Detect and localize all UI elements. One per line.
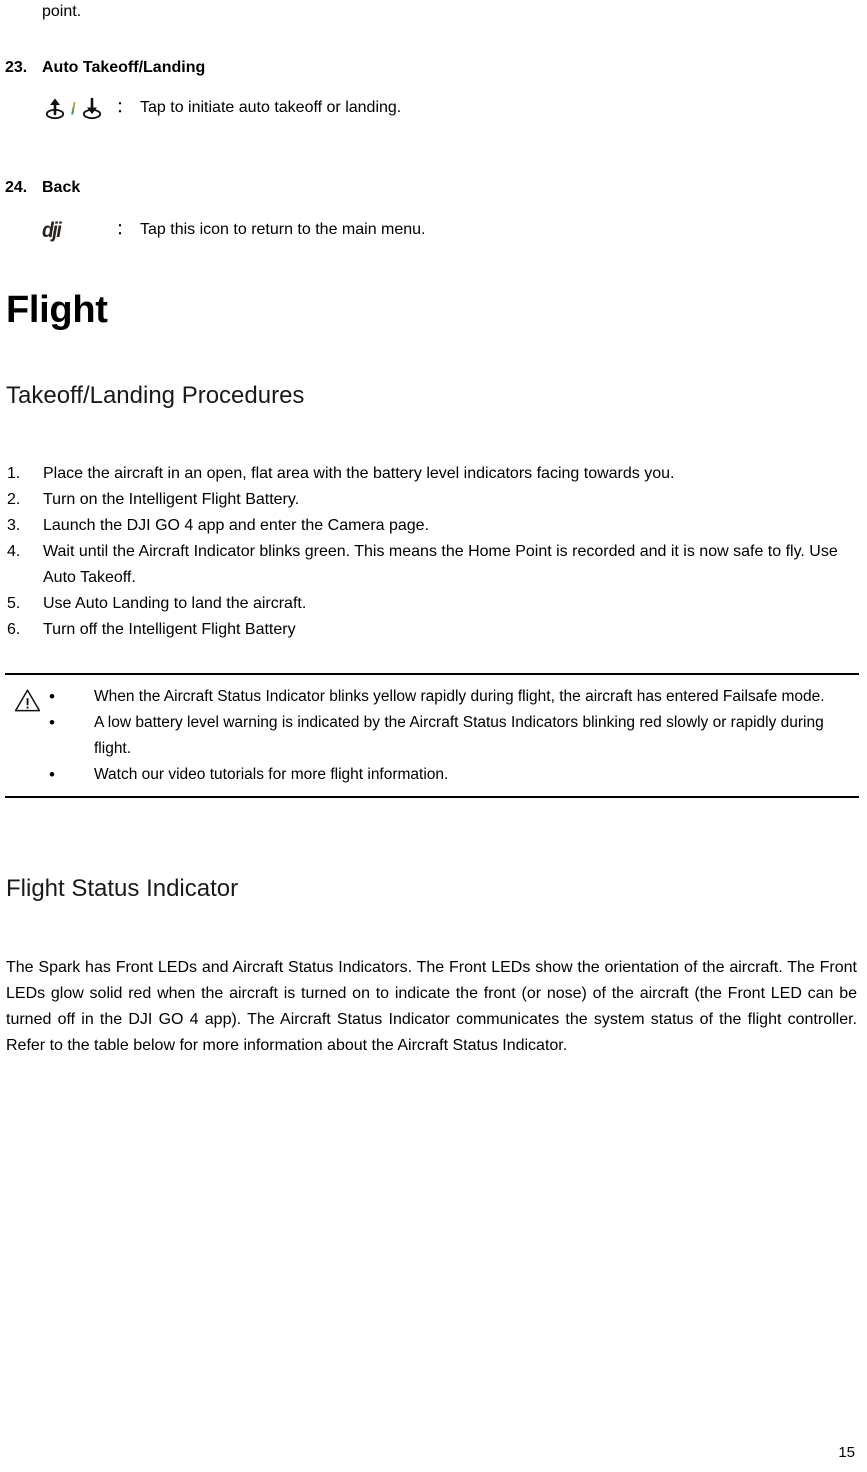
control-heading: 23. Auto Takeoff/Landing [5, 57, 859, 79]
slash-separator: / [71, 98, 76, 118]
bullet-glyph: • [49, 765, 55, 785]
continuation-text: point. [42, 3, 82, 20]
list-item: • A low battery level warning is indicat… [49, 710, 854, 762]
list-item-text: Watch our video tutorials for more fligh… [94, 766, 449, 784]
list-item: 5. Use Auto Landing to land the aircraft… [5, 591, 859, 617]
list-item-text: Launch the DJI GO 4 app and enter the Ca… [43, 517, 430, 535]
control-title: Auto Takeoff/Landing [42, 59, 206, 76]
list-item-number: 3. [7, 517, 21, 535]
list-item: • Watch our video tutorials for more fli… [49, 762, 854, 788]
control-description: Tap this icon to return to the main menu… [140, 221, 426, 238]
bullet-glyph: • [49, 687, 55, 707]
list-item-number: 4. [7, 543, 21, 561]
takeoff-landing-procedure-list: 1. Place the aircraft in an open, flat a… [5, 461, 859, 643]
control-item-back: 24. Back dji ： Tap this icon to return t… [5, 177, 859, 247]
list-item-text: Use Auto Landing to land the aircraft. [43, 595, 307, 613]
control-description: Tap to initiate auto takeoff or landing. [140, 99, 402, 116]
list-item-text: A low battery level warning is indicated… [94, 714, 824, 758]
control-number: 24. [5, 179, 28, 196]
list-item: 1. Place the aircraft in an open, flat a… [5, 461, 859, 487]
list-item-text: Turn on the Intelligent Flight Battery. [43, 491, 300, 509]
dji-logo-icon: dji [42, 220, 116, 241]
page-number: 15 [838, 1444, 855, 1461]
dji-logo-text: dji [42, 218, 62, 242]
list-item: 2. Turn on the Intelligent Flight Batter… [5, 487, 859, 513]
control-number: 23. [5, 59, 28, 76]
takeoff-landing-icon: / [42, 95, 116, 121]
list-item: 6. Turn off the Intelligent Flight Batte… [5, 617, 859, 643]
control-colon: ： [116, 99, 133, 116]
control-description-row: / ： Tap to initiate auto takeoff or land… [5, 91, 859, 125]
warning-triangle-icon [5, 684, 49, 713]
list-item-number: 5. [7, 595, 21, 613]
list-item-number: 2. [7, 491, 21, 509]
bullet-glyph: • [49, 713, 55, 733]
control-item-auto-takeoff-landing: 23. Auto Takeoff/Landing / ： Tap to init… [5, 57, 859, 125]
section-heading-takeoff-landing-procedures: Takeoff/Landing Procedures [6, 381, 305, 409]
document-page: point. 23. Auto Takeoff/Landing / ： Tap … [0, 0, 867, 1472]
control-heading: 24. Back [5, 177, 859, 199]
control-colon: ： [116, 221, 133, 238]
control-title: Back [42, 179, 81, 196]
list-item-number: 1. [7, 465, 21, 483]
list-item: • When the Aircraft Status Indicator bli… [49, 684, 854, 710]
section-heading-flight-status-indicator: Flight Status Indicator [6, 875, 239, 903]
warning-note-box: • When the Aircraft Status Indicator bli… [5, 673, 859, 799]
control-description-row: dji ： Tap this icon to return to the mai… [5, 213, 859, 247]
list-item-text: Place the aircraft in an open, flat area… [43, 465, 675, 483]
list-item: 4. Wait until the Aircraft Indicator bli… [5, 539, 859, 591]
warning-bullet-list: • When the Aircraft Status Indicator bli… [49, 684, 854, 788]
list-item-text: Turn off the Intelligent Flight Battery [43, 621, 296, 639]
list-item-number: 6. [7, 621, 21, 639]
list-item-text: When the Aircraft Status Indicator blink… [94, 688, 825, 706]
flight-status-indicator-paragraph: The Spark has Front LEDs and Aircraft St… [6, 958, 857, 1054]
list-item-text: Wait until the Aircraft Indicator blinks… [43, 543, 838, 587]
list-item: 3. Launch the DJI GO 4 app and enter the… [5, 513, 859, 539]
chapter-title: Flight [6, 289, 108, 331]
